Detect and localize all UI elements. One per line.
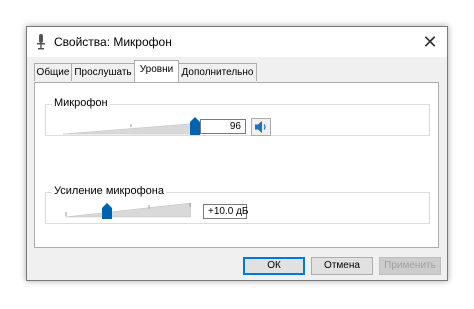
microphone-properties-dialog: Свойства: Микрофон ✕ Общие Прослушать Ур… xyxy=(26,26,448,281)
window-title: Свойства: Микрофон xyxy=(54,35,172,49)
microphone-boost-field[interactable]: +10.0 дБ xyxy=(203,204,249,219)
microphone-boost-value: +10.0 дБ xyxy=(208,206,249,217)
microphone-mute-button[interactable] xyxy=(251,118,271,136)
speaker-icon xyxy=(255,121,266,133)
tab-advanced[interactable]: Дополнительно xyxy=(178,63,257,81)
microphone-label: Микрофон xyxy=(52,97,110,109)
tab-general[interactable]: Общие xyxy=(34,63,72,81)
tab-label: Прослушать xyxy=(74,67,132,78)
cancel-button-label: Отмена xyxy=(324,260,360,271)
tab-label: Уровни xyxy=(139,64,174,75)
microphone-boost-slider-track xyxy=(65,202,191,218)
microphone-icon xyxy=(37,34,45,50)
cancel-button[interactable]: Отмена xyxy=(311,257,373,275)
apply-button-label: Применить xyxy=(384,260,436,271)
title-bar: Свойства: Микрофон ✕ xyxy=(27,27,447,57)
close-button[interactable]: ✕ xyxy=(419,31,441,53)
microphone-boost-label: Усиление микрофона xyxy=(52,185,166,197)
microphone-slider-thumb[interactable] xyxy=(190,117,201,135)
microphone-level-field[interactable]: 96 xyxy=(200,119,246,134)
ok-button-label: ОК xyxy=(267,260,281,271)
close-icon: ✕ xyxy=(422,32,438,52)
tab-label: Дополнительно xyxy=(181,67,254,78)
tab-label: Общие xyxy=(36,67,70,78)
levels-panel: Микрофон 96 Усиление микрофона +10.0 дБ xyxy=(34,82,439,248)
ok-button[interactable]: ОК xyxy=(243,257,305,275)
apply-button: Применить xyxy=(379,257,441,275)
microphone-level-value: 96 xyxy=(229,121,241,132)
tab-levels[interactable]: Уровни xyxy=(134,60,179,82)
microphone-slider-track xyxy=(63,123,201,135)
tab-listen[interactable]: Прослушать xyxy=(71,63,135,81)
microphone-boost-slider-thumb[interactable] xyxy=(101,203,112,219)
